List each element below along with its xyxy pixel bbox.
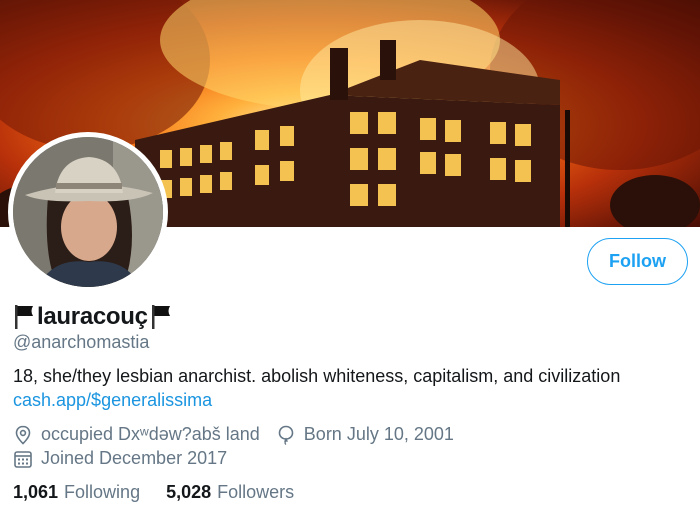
profile-bio: 18, she/they lesbian anarchist. abolish … [13, 366, 621, 386]
black-flag-icon [151, 305, 170, 329]
follow-button[interactable]: Follow [587, 238, 688, 285]
display-name-row: lauracouç [13, 302, 172, 332]
followers-label: Followers [217, 482, 295, 502]
user-handle: @anarchomastia [13, 332, 150, 352]
following-stat[interactable]: 1,061 Following [13, 482, 140, 503]
followers-count: 5,028 [166, 482, 212, 502]
profile-joined-date: Joined December 2017 [41, 448, 228, 468]
calendar-icon [14, 450, 32, 468]
display-name: lauracouç [37, 303, 148, 330]
following-count: 1,061 [13, 482, 59, 502]
profile-meta-row: occupied Dxʷdəw?abš land Born July 10, 2… [13, 424, 454, 445]
black-flag-icon [15, 305, 33, 329]
profile-location: occupied Dxʷdəw?abš land [41, 424, 260, 444]
following-label: Following [64, 482, 141, 502]
followers-stat[interactable]: 5,028 Followers [166, 482, 294, 503]
location-pin-icon [15, 425, 31, 445]
profile-avatar[interactable] [8, 132, 168, 292]
profile-joined-row: Joined December 2017 [13, 448, 227, 469]
profile-link[interactable]: cash.app/$generalissima [13, 390, 212, 411]
balloon-icon [278, 425, 294, 445]
follow-counts: 1,061 Following 5,028 Followers [13, 482, 294, 503]
avatar-photo [13, 137, 163, 287]
profile-birthday: Born July 10, 2001 [303, 424, 454, 444]
